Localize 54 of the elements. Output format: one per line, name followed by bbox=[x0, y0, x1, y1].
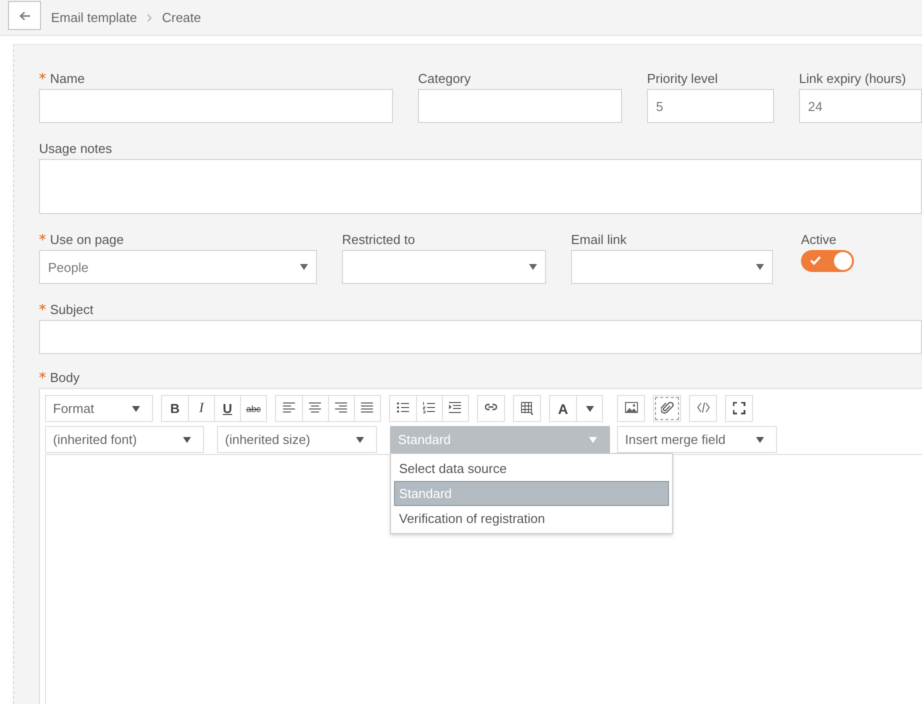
chevron-icon bbox=[146, 14, 152, 22]
field-label: Usage notes bbox=[39, 140, 112, 156]
field-label: Restricted to bbox=[342, 232, 415, 246]
caret-icon bbox=[756, 436, 764, 442]
caret-icon bbox=[756, 264, 764, 270]
check-icon bbox=[810, 256, 821, 265]
format-dropdown[interactable]: Format bbox=[45, 395, 153, 422]
caret-icon bbox=[356, 436, 364, 442]
toolbar-dropdown[interactable]: (inherited size) bbox=[217, 426, 377, 453]
bullet-list-icon bbox=[396, 402, 410, 415]
back-arrow-icon bbox=[18, 10, 30, 20]
field-label: Category bbox=[418, 70, 471, 86]
select-field[interactable] bbox=[342, 250, 546, 284]
caret-icon bbox=[529, 264, 537, 270]
field-label: Name bbox=[39, 70, 85, 86]
caret-icon bbox=[300, 264, 308, 270]
toolbar-dropdown[interactable]: Insert merge field bbox=[617, 426, 777, 453]
field-label: Body bbox=[39, 370, 80, 384]
align-left-icon bbox=[282, 402, 296, 415]
dropdown-option[interactable]: Select data source bbox=[394, 456, 669, 481]
paperclip-icon bbox=[660, 402, 674, 415]
field-label: Email link bbox=[571, 232, 627, 246]
breadcrumb-link[interactable]: Email template bbox=[51, 10, 137, 25]
toolbar-dropdown[interactable]: (inherited font) bbox=[45, 426, 204, 453]
field-label: Link expiry (hours) bbox=[799, 70, 906, 86]
caret-icon bbox=[132, 406, 140, 412]
field-label: Subject bbox=[39, 302, 94, 316]
caret-icon bbox=[586, 406, 594, 412]
image-icon bbox=[624, 402, 638, 415]
caret-icon bbox=[589, 436, 597, 442]
align-right-icon bbox=[335, 402, 348, 415]
select-field[interactable]: People bbox=[39, 250, 317, 284]
align-center-icon bbox=[309, 402, 322, 415]
field-label: Priority level bbox=[647, 70, 718, 86]
table-icon bbox=[520, 402, 534, 415]
indent-icon bbox=[449, 402, 462, 415]
text-field[interactable]: 5 bbox=[647, 89, 774, 123]
text-area-field[interactable] bbox=[39, 159, 922, 214]
fullscreen-icon bbox=[732, 402, 746, 415]
back-button[interactable] bbox=[8, 1, 41, 30]
field-label: Use on page bbox=[39, 232, 124, 246]
text-field[interactable] bbox=[418, 89, 622, 123]
breadcrumb-current: Create bbox=[162, 10, 202, 25]
numbered-list-icon bbox=[423, 402, 436, 415]
caret-icon bbox=[183, 436, 191, 442]
text-field[interactable] bbox=[39, 89, 393, 123]
justify-icon bbox=[361, 402, 374, 415]
code-icon bbox=[696, 402, 710, 415]
select-field[interactable] bbox=[571, 250, 773, 284]
text-field[interactable] bbox=[39, 320, 922, 354]
field-label: Active bbox=[801, 232, 836, 246]
text-field[interactable]: 24 bbox=[799, 89, 922, 123]
toggle-switch[interactable] bbox=[801, 250, 854, 272]
dropdown-option[interactable]: Verification of registration bbox=[394, 506, 669, 531]
